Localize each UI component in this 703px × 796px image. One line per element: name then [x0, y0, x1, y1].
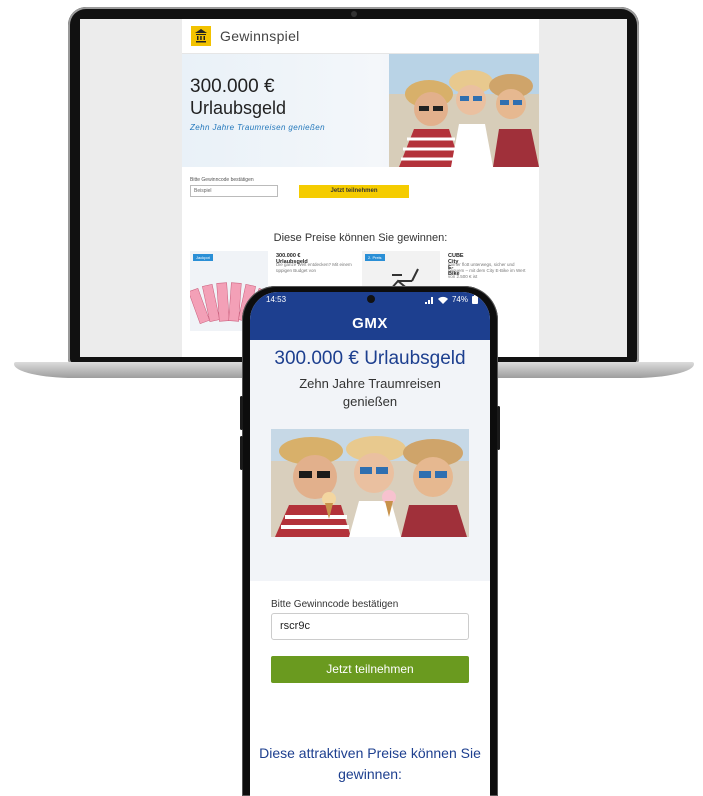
smartphone-frame: 14:53 74% GMX 300.000 € Urlaubsgeld Zehn… [240, 286, 500, 796]
desktop-header: Gewinnspiel [182, 19, 539, 54]
participate-button[interactable]: Jetzt teilnehmen [299, 185, 409, 198]
hero-subtitle: Urlaubsgeld [190, 98, 287, 118]
mobile-hero: 300.000 € Urlaubsgeld Zehn Jahre Traumre… [250, 340, 490, 581]
battery-icon [472, 295, 478, 304]
hero-subtitle: Zehn Jahre Traumreisen genießen [299, 376, 441, 409]
code-input[interactable]: rscr9c [271, 613, 469, 640]
hero-photo-friends-icecream [389, 54, 539, 167]
power-button [497, 406, 500, 450]
jackpot-badge: Jackpot [193, 254, 213, 261]
prize-description: Immer flott unterwegs, sicher und bequem… [448, 262, 526, 279]
page-title: Gewinnspiel [220, 28, 300, 44]
status-icons: 74% [424, 295, 478, 304]
hero-tagline: Zehn Jahre Traumreisen genießen [190, 123, 325, 132]
code-label: Bitte Gewinncode bestätigen [271, 599, 399, 610]
app-header: GMX [250, 307, 490, 340]
code-label: Bitte Gewinncode bestätigen [190, 177, 254, 183]
battery-percent: 74% [451, 295, 468, 304]
volume-button [240, 396, 243, 430]
desktop-hero: 300.000 € Urlaubsgeld Zehn Jahre Traumre… [182, 54, 539, 167]
code-input[interactable]: Beispiel [190, 185, 278, 197]
hero-photo-friends-icecream [271, 429, 469, 537]
prize-description: Die ganze Welt entdecken? Mit einem üppi… [276, 262, 352, 273]
prizes-heading: Diese Preise können Sie gewinnen: [273, 232, 448, 244]
second-prize-badge: 2. Preis [365, 254, 385, 261]
signal-icon [424, 296, 433, 304]
wifi-icon [437, 296, 448, 304]
bank-logo-icon[interactable] [191, 26, 211, 46]
gmx-logo[interactable]: GMX [352, 315, 388, 332]
phone-screen: 14:53 74% GMX 300.000 € Urlaubsgeld Zehn… [250, 292, 490, 796]
laptop-camera [351, 11, 357, 17]
volume-button [240, 436, 243, 470]
front-camera [367, 295, 375, 303]
prizes-heading: Diese attraktiven Preise können Sie gewi… [259, 745, 481, 782]
participate-button[interactable]: Jetzt teilnehmen [271, 656, 469, 683]
status-time: 14:53 [266, 295, 287, 304]
hero-amount: 300.000 € [190, 76, 275, 97]
hero-amount: 300.000 € Urlaubsgeld [274, 348, 466, 369]
